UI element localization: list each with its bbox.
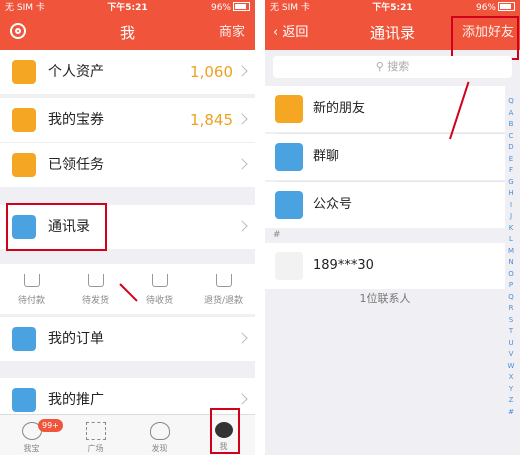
palette-icon <box>149 422 170 440</box>
wallet-outline-icon <box>23 274 40 287</box>
contacts-screen: 无 SIM 卡 下午5:21 96% ‹ 返回 通讯录 添加好友 ⚲ 搜索 新的… <box>265 0 520 455</box>
official-account-icon <box>275 191 303 219</box>
chevron-right-icon <box>236 158 248 170</box>
official-accounts-row[interactable]: 公众号 <box>265 182 505 228</box>
orders-label: 我的订单 <box>48 331 104 347</box>
coupon-icon <box>12 108 36 132</box>
chevron-right-icon <box>236 113 248 125</box>
index-letter[interactable]: T <box>506 326 516 338</box>
index-letter[interactable]: S <box>506 315 516 327</box>
merchant-button[interactable]: 商家 <box>219 16 245 50</box>
coupons-label: 我的宝券 <box>48 112 104 128</box>
index-letter[interactable]: Q <box>506 96 516 108</box>
index-letter[interactable]: X <box>506 372 516 384</box>
coupons-value: 1,845 <box>190 111 233 129</box>
order-status-row: 待付款 待发货 待收货 退货/退款 <box>0 264 255 314</box>
index-letter[interactable]: W <box>506 361 516 373</box>
tab-discover[interactable]: 发现 <box>128 415 191 455</box>
assets-row[interactable]: 个人资产 1,060 <box>0 50 255 94</box>
tab-square[interactable]: 广场 <box>64 415 127 455</box>
page-title: 我 <box>119 24 135 42</box>
alphabet-index[interactable]: Q A B C D E F G H I J K L M N O P Q R S T U V W X Y Z # <box>506 96 516 418</box>
battery-icon <box>233 2 250 11</box>
index-letter[interactable]: Z <box>506 395 516 407</box>
index-letter[interactable]: O <box>506 269 516 281</box>
index-letter[interactable]: B <box>506 119 516 131</box>
official-accounts-label: 公众号 <box>313 197 353 212</box>
status-bar: 无 SIM 卡 下午5:21 96% <box>265 0 520 16</box>
highlight-me-tab <box>210 408 240 454</box>
chevron-right-icon <box>236 332 248 344</box>
assets-label: 个人资产 <box>48 64 104 80</box>
chevron-right-icon <box>236 393 248 405</box>
tasks-row[interactable]: 已领任务 <box>0 143 255 187</box>
refund-icon <box>215 274 232 287</box>
index-letter[interactable]: R <box>506 303 516 315</box>
group-icon <box>275 143 303 171</box>
index-letter[interactable]: G <box>506 177 516 189</box>
index-letter[interactable]: E <box>506 154 516 166</box>
new-friends-label: 新的朋友 <box>313 101 366 116</box>
battery-icon <box>498 2 515 11</box>
avatar <box>275 252 303 280</box>
battery-indicator: 96% <box>476 0 515 16</box>
assets-value: 1,060 <box>190 63 233 81</box>
index-letter[interactable]: D <box>506 142 516 154</box>
orders-row[interactable]: 我的订单 <box>0 317 255 361</box>
cart-icon <box>12 327 36 351</box>
pending-receipt-tab[interactable]: 待收货 <box>128 264 191 314</box>
section-header: # <box>265 228 520 242</box>
new-friend-icon <box>275 95 303 123</box>
index-letter[interactable]: H <box>506 188 516 200</box>
new-friends-row[interactable]: 新的朋友 <box>265 86 505 132</box>
highlight-add-friend <box>451 16 519 60</box>
index-letter[interactable]: K <box>506 223 516 235</box>
index-letter[interactable]: L <box>506 234 516 246</box>
pending-payment-tab[interactable]: 待付款 <box>0 264 63 314</box>
search-input[interactable]: ⚲ 搜索 <box>273 56 512 78</box>
index-letter[interactable]: F <box>506 165 516 177</box>
tab-home[interactable]: 99+ 我宝 <box>0 415 63 455</box>
index-letter[interactable]: Y <box>506 384 516 396</box>
index-letter[interactable]: C <box>506 131 516 143</box>
task-icon <box>12 153 36 177</box>
highlight-contacts <box>6 203 107 251</box>
index-letter[interactable]: U <box>506 338 516 350</box>
index-letter[interactable]: V <box>506 349 516 361</box>
pending-shipment-tab[interactable]: 待发货 <box>64 264 127 314</box>
chevron-right-icon <box>236 220 248 232</box>
search-icon: ⚲ <box>375 60 384 73</box>
index-letter[interactable]: Q <box>506 292 516 304</box>
index-letter[interactable]: # <box>506 407 516 419</box>
chevron-right-icon <box>236 65 248 77</box>
index-letter[interactable]: P <box>506 280 516 292</box>
profile-screen: 无 SIM 卡 下午5:21 96% 我 商家 个人资产 1,060 我的宝券 … <box>0 0 255 455</box>
coupons-row[interactable]: 我的宝券 1,845 <box>0 98 255 142</box>
index-letter[interactable]: M <box>506 246 516 258</box>
group-chat-label: 群聊 <box>313 149 340 164</box>
status-bar: 无 SIM 卡 下午5:21 96% <box>0 0 255 16</box>
box-icon <box>151 274 168 287</box>
battery-indicator: 96% <box>211 0 250 16</box>
group-chat-row[interactable]: 群聊 <box>265 134 505 180</box>
contact-row[interactable]: 189***30 <box>265 243 505 289</box>
index-letter[interactable]: J <box>506 211 516 223</box>
index-letter[interactable]: N <box>506 257 516 269</box>
returns-tab[interactable]: 退货/退款 <box>192 264 255 314</box>
contact-count: 1位联系人 <box>359 292 411 305</box>
megaphone-icon <box>12 388 36 412</box>
tasks-label: 已领任务 <box>48 157 104 173</box>
contact-name: 189***30 <box>313 258 374 273</box>
truck-icon <box>87 274 104 287</box>
index-letter[interactable]: A <box>506 108 516 120</box>
nav-bar: 我 商家 <box>0 16 255 50</box>
wallet-icon <box>12 60 36 84</box>
grid-icon <box>85 422 106 440</box>
notification-badge: 99+ <box>38 419 63 432</box>
index-letter[interactable]: I <box>506 200 516 212</box>
